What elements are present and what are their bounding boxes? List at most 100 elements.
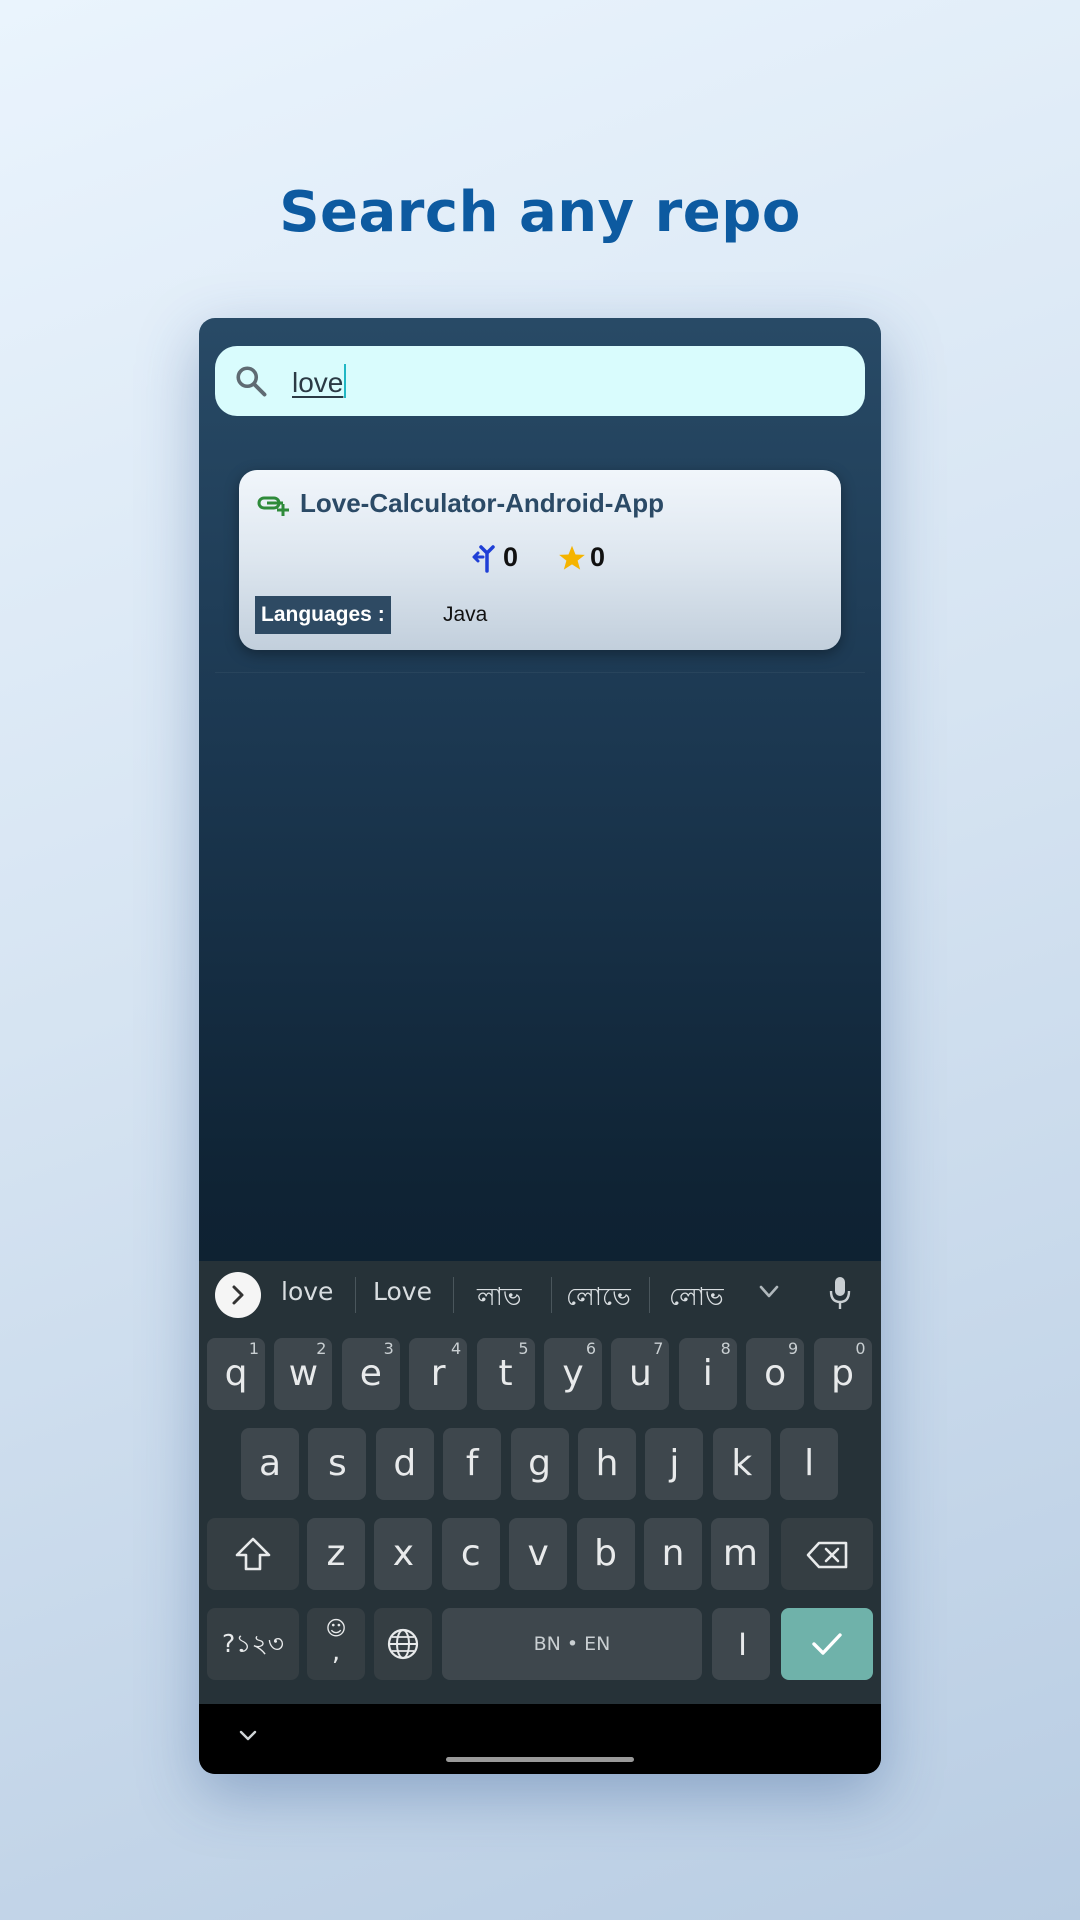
star-count: 0 (558, 542, 605, 573)
key-b[interactable]: b (576, 1518, 635, 1590)
key-label: n (661, 1533, 685, 1574)
key-v[interactable]: v (509, 1518, 568, 1590)
key-label: m (722, 1533, 758, 1574)
key-g[interactable]: g (510, 1428, 569, 1500)
home-gesture-bar[interactable] (446, 1757, 634, 1762)
backspace-key[interactable] (781, 1518, 873, 1590)
fork-icon (472, 544, 495, 573)
key-f[interactable]: f (443, 1428, 502, 1500)
key-p[interactable]: p0 (813, 1338, 872, 1410)
key-t[interactable]: t5 (476, 1338, 535, 1410)
enter-key[interactable] (781, 1608, 873, 1680)
key-label: y (562, 1353, 584, 1394)
spacebar-key[interactable]: BN • EN (442, 1608, 702, 1680)
key-w[interactable]: w2 (274, 1338, 333, 1410)
star-icon (559, 545, 585, 570)
key-label: i (702, 1353, 713, 1394)
backspace-icon (806, 1541, 848, 1569)
search-input[interactable]: love (292, 364, 347, 399)
key-k[interactable]: k (712, 1428, 771, 1500)
key-d[interactable]: d (375, 1428, 434, 1500)
key-h[interactable]: h (578, 1428, 636, 1500)
suggestion-3[interactable]: লাভ (477, 1277, 522, 1320)
key-label: z (326, 1533, 346, 1574)
suggestion-2[interactable]: Love (373, 1277, 432, 1306)
globe-icon (387, 1628, 419, 1660)
key-hint: 1 (248, 1339, 259, 1358)
language-switch-key[interactable] (374, 1608, 432, 1680)
key-label: s (328, 1443, 347, 1484)
navigation-bar (199, 1704, 881, 1774)
shift-icon (235, 1537, 271, 1571)
key-c[interactable]: c (441, 1518, 500, 1590)
repo-link-icon (257, 496, 289, 516)
key-a[interactable]: a (241, 1428, 299, 1500)
key-hint: 4 (451, 1339, 462, 1358)
search-bar[interactable]: love (215, 346, 865, 416)
key-y[interactable]: y6 (544, 1338, 602, 1410)
star-count-value: 0 (590, 542, 606, 572)
symbols-key[interactable]: ?১২৩ (207, 1608, 299, 1680)
key-n[interactable]: n (644, 1518, 702, 1590)
key-label: d (393, 1443, 417, 1484)
key-label: t (498, 1353, 513, 1394)
key-label: b (594, 1533, 618, 1574)
comma-label: , (331, 1637, 341, 1667)
key-label: h (595, 1443, 619, 1484)
key-i[interactable]: i8 (678, 1338, 737, 1410)
key-hint: 6 (585, 1339, 596, 1358)
key-z[interactable]: z (307, 1518, 365, 1590)
key-q[interactable]: q1 (207, 1338, 265, 1410)
page-headline: Search any repo (279, 180, 801, 245)
search-query: love (292, 367, 344, 398)
emoji-comma-key[interactable]: ☺ , (307, 1608, 365, 1680)
suggestion-5[interactable]: লোভ (669, 1277, 724, 1320)
key-label: r (430, 1353, 446, 1394)
key-u[interactable]: u7 (611, 1338, 670, 1410)
key-r[interactable]: r4 (409, 1338, 468, 1410)
key-x[interactable]: x (374, 1518, 433, 1590)
key-m[interactable]: m (711, 1518, 770, 1590)
search-icon[interactable] (233, 363, 269, 399)
key-l[interactable]: l (780, 1428, 839, 1500)
chevron-right-icon (232, 1285, 244, 1305)
key-label: p (831, 1353, 855, 1394)
key-label: a (258, 1443, 282, 1484)
key-label: u (628, 1353, 652, 1394)
microphone-icon[interactable] (828, 1275, 852, 1311)
suggestion-separator (355, 1277, 356, 1313)
key-hint: 7 (653, 1339, 664, 1358)
key-j[interactable]: j (645, 1428, 704, 1500)
key-hint: 8 (720, 1339, 731, 1358)
key-label: x (392, 1533, 415, 1574)
key-o[interactable]: o9 (746, 1338, 805, 1410)
suggestion-1[interactable]: love (281, 1277, 333, 1306)
key-e[interactable]: e3 (341, 1338, 400, 1410)
key-label: k (731, 1443, 753, 1484)
hide-keyboard-icon[interactable] (239, 1730, 257, 1742)
suggestion-strip: love Love লাভ লোভে লোভ (199, 1261, 881, 1327)
key-hint: 9 (788, 1339, 799, 1358)
fork-count: 0 (471, 542, 518, 573)
suggestion-4[interactable]: লোভে (566, 1277, 631, 1320)
phone-screen: love Love-Calculator-Android-App 0 0 Lan… (199, 318, 881, 1774)
key-label: l (804, 1443, 815, 1484)
shift-key[interactable] (207, 1518, 299, 1590)
key-hint: 5 (518, 1339, 529, 1358)
chevron-down-icon[interactable] (759, 1285, 779, 1299)
checkmark-icon (812, 1633, 842, 1655)
danda-key[interactable]: । (712, 1608, 770, 1680)
key-s[interactable]: s (308, 1428, 367, 1500)
key-hint: 2 (316, 1339, 327, 1358)
key-label: f (465, 1443, 479, 1484)
languages-value: Java (443, 603, 488, 626)
text-cursor (344, 364, 347, 398)
suggestion-separator (649, 1277, 650, 1313)
key-label: w (288, 1353, 319, 1394)
key-hint: 3 (383, 1339, 394, 1358)
toolbar-expand-button[interactable] (215, 1272, 261, 1318)
key-label: o (764, 1353, 787, 1394)
repo-name: Love-Calculator-Android-App (300, 488, 664, 518)
repo-result-card[interactable]: Love-Calculator-Android-App 0 0 Language… (239, 470, 841, 650)
languages-label: Languages : (255, 596, 391, 634)
